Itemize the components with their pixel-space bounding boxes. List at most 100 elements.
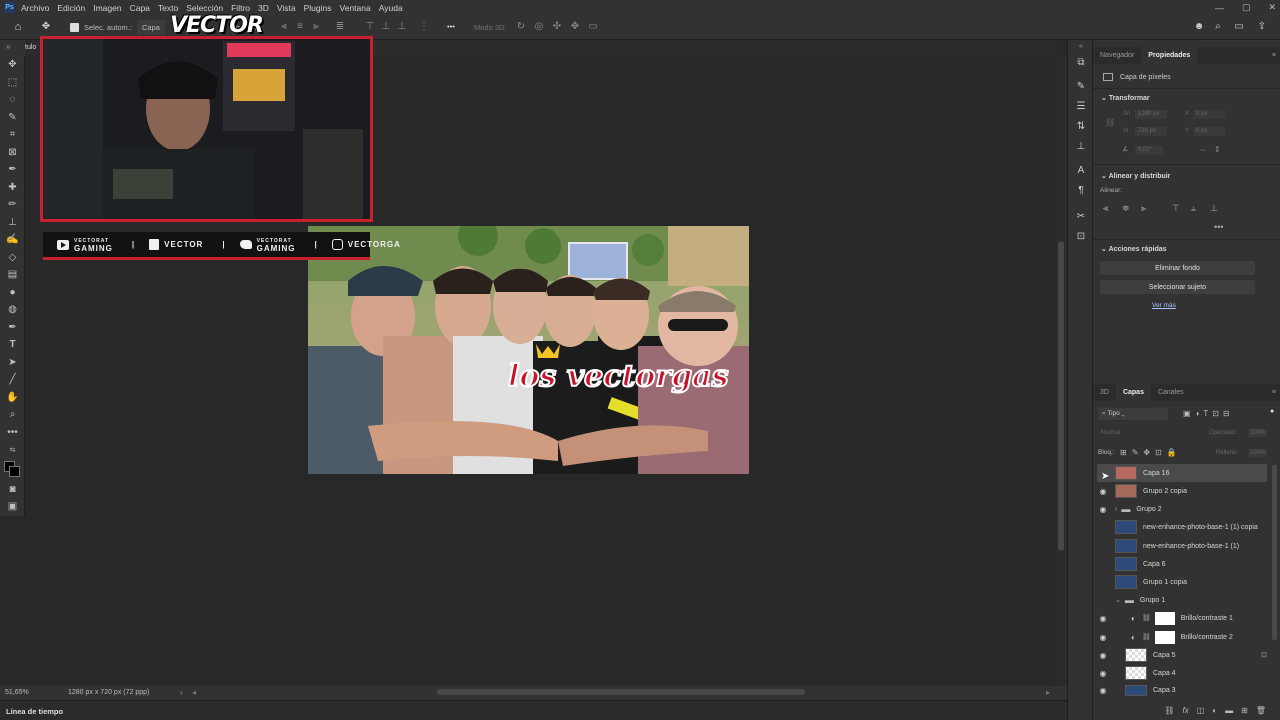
layer-row[interactable]: ◉ Capa 5 ⊡: [1097, 646, 1267, 664]
layer-row[interactable]: ◉ Capa 3: [1097, 683, 1267, 697]
scale-3d-icon[interactable]: ▭: [587, 21, 599, 33]
type-icon[interactable]: T: [0, 336, 25, 354]
layer-name[interactable]: Capa 3: [1153, 687, 1176, 694]
move-icon[interactable]: ✥: [0, 56, 25, 74]
eye-icon[interactable]: ◉: [1097, 487, 1109, 496]
y-field[interactable]: 0 px: [1193, 127, 1225, 136]
blur-icon[interactable]: ●: [0, 284, 25, 302]
frame-icon[interactable]: ⊠: [0, 144, 25, 162]
eraser-icon[interactable]: ◇: [0, 249, 25, 267]
search-icon[interactable]: ⌕: [1212, 21, 1224, 33]
menu-texto[interactable]: Texto: [158, 3, 178, 13]
pen-icon[interactable]: ✒: [0, 319, 25, 337]
layers-menu-icon[interactable]: ≡: [1272, 389, 1276, 396]
roll-3d-icon[interactable]: ◎: [533, 21, 545, 33]
layer-name[interactable]: new-enhance-photo-base-1 (1): [1143, 543, 1239, 550]
more-align-options-icon[interactable]: •••: [1214, 222, 1223, 232]
layer-row[interactable]: ⌄ ▬ Grupo 1: [1097, 591, 1267, 609]
color-swatches[interactable]: [0, 459, 25, 481]
lasso-icon[interactable]: ◌: [0, 91, 25, 109]
layer-name[interactable]: Capa 4: [1153, 670, 1176, 677]
layer-name[interactable]: Capa 6: [1143, 561, 1166, 568]
flip-horizontal-icon[interactable]: ⇔: [1199, 145, 1207, 154]
line-icon[interactable]: ╱: [0, 371, 25, 389]
quick-mask-icon[interactable]: ◙: [0, 481, 25, 499]
slide-3d-icon[interactable]: ✥: [569, 21, 581, 33]
layer-row[interactable]: new-enhance-photo-base-1 (1) copia: [1097, 518, 1267, 536]
zoom-level[interactable]: 51,65%: [5, 689, 29, 696]
character-panel-icon[interactable]: ⇅: [1068, 116, 1094, 136]
menu-edicion[interactable]: Edición: [57, 3, 85, 13]
select-subject-button[interactable]: Seleccionar sujeto: [1100, 280, 1255, 294]
maximize-icon[interactable]: ▢: [1242, 2, 1251, 13]
visibility-toggle[interactable]: [1097, 523, 1109, 532]
gradient-icon[interactable]: ▤: [0, 266, 25, 284]
layer-row[interactable]: ◉ Grupo 2 copia: [1097, 482, 1267, 500]
background-color[interactable]: [9, 465, 20, 477]
vertical-scrollbar[interactable]: [1055, 56, 1067, 686]
layer-name[interactable]: Brillo/contraste 1: [1181, 615, 1233, 622]
align-top-edges-icon[interactable]: ⊤: [1172, 203, 1180, 214]
tab-3d[interactable]: 3D: [1093, 384, 1116, 401]
share-icon[interactable]: ☻: [1193, 21, 1205, 33]
layers-scroll-thumb[interactable]: [1272, 465, 1277, 640]
eye-icon[interactable]: ◉: [1097, 669, 1109, 678]
history-panel-icon[interactable]: ⧉: [1068, 52, 1094, 72]
angle-field[interactable]: 0,00°: [1135, 146, 1163, 155]
tab-capas[interactable]: Capas: [1115, 384, 1151, 401]
menu-ventana[interactable]: Ventana: [340, 3, 371, 13]
flip-vertical-icon[interactable]: ⇕: [1214, 145, 1221, 154]
clone-source-icon[interactable]: ⊥: [1068, 136, 1094, 156]
new-layer-icon[interactable]: ⊞: [1241, 706, 1248, 715]
document-tab[interactable]: tulo: [25, 44, 36, 51]
filter-toggle-icon[interactable]: ●: [1270, 408, 1274, 415]
align-center-icon[interactable]: ≡: [294, 21, 306, 33]
layer-name[interactable]: Grupo 1: [1140, 597, 1165, 604]
panel-menu-icon[interactable]: ≡: [1272, 52, 1276, 59]
align-left-icon[interactable]: ⫷: [278, 21, 290, 33]
layer-name[interactable]: Capa 16: [1143, 470, 1169, 477]
menu-3d[interactable]: 3D: [258, 3, 269, 13]
marquee-icon[interactable]: ⬚: [0, 74, 25, 92]
layer-name[interactable]: Grupo 2 copia: [1143, 488, 1187, 495]
visibility-toggle[interactable]: [1097, 596, 1109, 605]
layer-row[interactable]: ◉ ◐ ⛓ Brillo/contraste 2: [1097, 628, 1267, 646]
layer-row[interactable]: ◉ › ▬ Grupo 2: [1097, 500, 1267, 518]
align-middle-icon[interactable]: ⊥: [380, 21, 392, 33]
photoshop-logo-icon[interactable]: Ps: [4, 2, 15, 13]
move-tool-icon[interactable]: ✥: [40, 21, 52, 33]
history-brush-icon[interactable]: ✍: [0, 231, 25, 249]
lock-icons[interactable]: ⊞✎✥⊡🔒: [1120, 448, 1182, 457]
distribute-vertical-icon[interactable]: ⋮: [418, 21, 430, 33]
scroll-left-icon[interactable]: ◂: [192, 688, 196, 697]
more-tools-icon[interactable]: •••: [0, 424, 25, 442]
layer-row[interactable]: Capa 6: [1097, 555, 1267, 573]
visibility-toggle[interactable]: [1097, 578, 1109, 587]
menu-ayuda[interactable]: Ayuda: [379, 3, 403, 13]
more-options-button[interactable]: •••: [447, 22, 455, 31]
fill-field[interactable]: 100%: [1248, 449, 1268, 457]
adjustments-icon[interactable]: ☰: [1068, 96, 1094, 116]
blend-mode-select[interactable]: Normal: [1098, 428, 1180, 439]
align-bottom-icon[interactable]: ⊥: [396, 21, 408, 33]
eyedropper-icon[interactable]: ✒: [0, 161, 25, 179]
layer-name[interactable]: new-enhance-photo-base-1 (1) copia: [1143, 524, 1258, 531]
layer-style-icon[interactable]: fx: [1183, 706, 1189, 715]
layer-row[interactable]: ◉ Capa 4: [1097, 664, 1267, 682]
swap-colors-icon[interactable]: ⇆: [0, 441, 25, 459]
collapse-group-icon[interactable]: ⌄: [1115, 596, 1121, 604]
new-group-icon[interactable]: ▬: [1225, 706, 1233, 715]
layer-row[interactable]: Grupo 1 copia: [1097, 573, 1267, 591]
menu-capa[interactable]: Capa: [130, 3, 150, 13]
menu-filtro[interactable]: Filtro: [231, 3, 250, 13]
layer-name[interactable]: Grupo 2: [1136, 506, 1161, 513]
path-select-icon[interactable]: ➤: [0, 354, 25, 372]
tab-propiedades[interactable]: Propiedades: [1141, 47, 1198, 64]
menu-archivo[interactable]: Archivo: [21, 3, 49, 13]
align-top-icon[interactable]: ⊤: [364, 21, 376, 33]
tools-panel-icon[interactable]: ✂: [1068, 206, 1094, 226]
collapse-icon[interactable]: »: [6, 42, 10, 51]
status-expand-icon[interactable]: ›: [180, 688, 183, 697]
hand-icon[interactable]: ✋: [0, 389, 25, 407]
expand-group-icon[interactable]: ›: [1115, 506, 1117, 513]
